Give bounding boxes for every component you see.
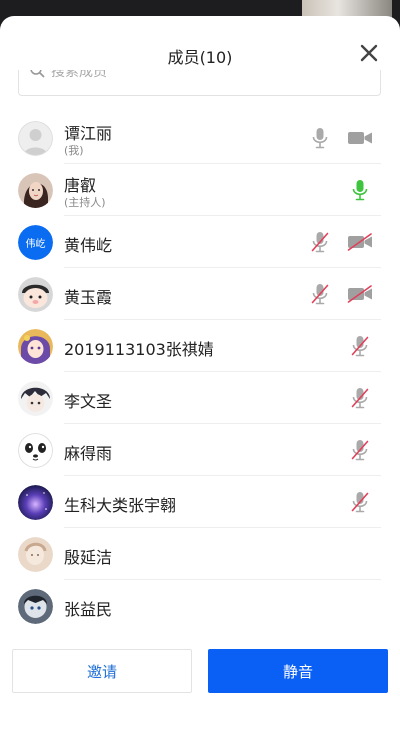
avatar — [18, 432, 53, 468]
microphone-icon[interactable] — [307, 126, 333, 150]
member-status-icons — [347, 490, 373, 514]
member-info: 殷延洁 — [64, 528, 381, 580]
member-info: 谭江丽 (我) — [64, 112, 381, 164]
member-name: 2019113103张祺婧 — [64, 340, 214, 359]
avatar — [18, 536, 53, 572]
member-name: 谭江丽 — [64, 124, 113, 143]
search-input[interactable] — [51, 70, 251, 82]
member-row[interactable]: 李文圣 — [0, 372, 400, 424]
member-status-icons — [307, 126, 373, 150]
member-name: 黄伟屹 — [64, 236, 113, 255]
member-row[interactable]: 2019113103张祺婧 — [0, 320, 400, 372]
member-role: (主持人) — [64, 196, 106, 209]
mic-muted-icon[interactable] — [347, 334, 373, 358]
member-info: 唐叡 (主持人) — [64, 164, 381, 216]
member-row[interactable]: 生科大类张宇翱 — [0, 476, 400, 528]
mic-muted-icon[interactable] — [347, 490, 373, 514]
member-status-icons — [307, 230, 373, 254]
avatar — [18, 588, 53, 624]
member-row[interactable]: 张益民 — [0, 580, 400, 632]
member-info: 张益民 — [64, 580, 381, 632]
members-sheet: 成员(10) 谭江丽(我)唐叡(主持人)伟屹黄伟屹黄玉霞2019113103张祺… — [0, 16, 400, 738]
mic-muted-icon[interactable] — [307, 230, 333, 254]
member-info: 麻得雨 — [64, 424, 381, 476]
member-name: 生科大类张宇翱 — [64, 496, 177, 515]
footer-bar: 邀请 静音 — [0, 638, 400, 738]
member-status-icons — [347, 438, 373, 462]
member-info: 黄伟屹 — [64, 216, 381, 268]
member-status-icons — [347, 334, 373, 358]
member-name: 黄玉霞 — [64, 288, 113, 307]
mic-muted-icon[interactable] — [307, 282, 333, 306]
member-name: 张益民 — [64, 600, 113, 619]
camera-off-icon[interactable] — [347, 230, 373, 254]
member-row[interactable]: 黄玉霞 — [0, 268, 400, 320]
member-row[interactable]: 伟屹 黄伟屹 — [0, 216, 400, 268]
invite-button[interactable]: 邀请 — [12, 649, 192, 693]
member-row[interactable]: 殷延洁 — [0, 528, 400, 580]
page-title: 成员(10) — [167, 48, 233, 67]
member-name: 麻得雨 — [64, 444, 113, 463]
member-row[interactable]: 谭江丽 (我) — [0, 112, 400, 164]
member-role: (我) — [64, 144, 84, 157]
avatar — [18, 172, 53, 208]
mic-muted-icon[interactable] — [347, 438, 373, 462]
microphone-icon[interactable] — [347, 178, 373, 202]
member-info: 黄玉霞 — [64, 268, 381, 320]
member-list: 谭江丽 (我) 唐叡 (主持人) 伟屹 黄伟屹 黄玉霞 2019113103张祺婧 李文圣 麻得雨… — [0, 112, 400, 632]
member-info: 李文圣 — [64, 372, 381, 424]
avatar — [18, 484, 53, 520]
member-name: 殷延洁 — [64, 548, 113, 567]
avatar — [18, 380, 53, 416]
avatar — [18, 328, 53, 364]
member-row[interactable]: 麻得雨 — [0, 424, 400, 476]
member-name: 李文圣 — [64, 392, 113, 411]
member-status-icons — [347, 386, 373, 410]
camera-icon[interactable] — [347, 126, 373, 150]
member-status-icons — [347, 178, 373, 202]
member-status-icons — [307, 282, 373, 306]
member-info: 生科大类张宇翱 — [64, 476, 381, 528]
avatar — [18, 276, 53, 312]
member-name: 唐叡 — [64, 176, 97, 195]
mic-muted-icon[interactable] — [347, 386, 373, 410]
avatar — [18, 120, 53, 156]
close-icon[interactable] — [358, 42, 380, 64]
avatar-initials: 伟屹 — [25, 238, 46, 250]
avatar: 伟屹 — [18, 224, 53, 260]
search-box[interactable] — [18, 70, 381, 96]
member-info: 2019113103张祺婧 — [64, 320, 381, 372]
camera-off-icon[interactable] — [347, 282, 373, 306]
search-icon — [29, 70, 45, 82]
mute-all-button[interactable]: 静音 — [208, 649, 388, 693]
sheet-header: 成员(10) — [0, 16, 400, 96]
member-row[interactable]: 唐叡 (主持人) — [0, 164, 400, 216]
